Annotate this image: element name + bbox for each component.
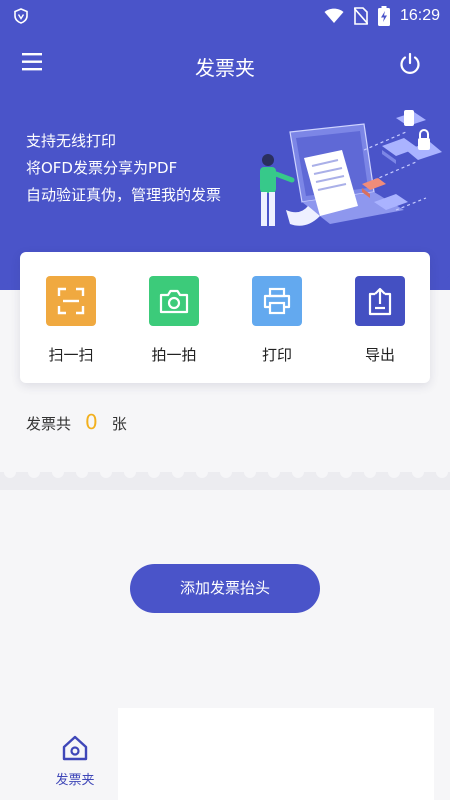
export-tile: [355, 276, 405, 326]
tab-invoice-folder[interactable]: 发票夹: [42, 735, 108, 788]
feature-item: 将OFD发票分享为PDF: [26, 159, 178, 177]
page-title: 发票夹: [195, 56, 255, 80]
scan-label: 扫一扫: [48, 346, 94, 364]
invoice-count-suffix: 张: [111, 415, 127, 433]
scan-tile: [46, 276, 96, 326]
camera-label: 拍一拍: [151, 346, 197, 364]
camera-icon: [159, 289, 189, 314]
export-icon: [368, 287, 392, 316]
shield-icon: [14, 8, 28, 24]
camera-button[interactable]: 拍一拍: [129, 276, 219, 365]
clock: 16:29: [399, 7, 440, 24]
no-sim-icon: [353, 7, 368, 25]
print-label: 打印: [261, 346, 292, 364]
tab-invoice-folder-label: 发票夹: [55, 773, 95, 788]
add-invoice-title-button[interactable]: 添加发票抬头: [130, 564, 320, 613]
bottom-panel: [118, 708, 434, 800]
ticket-perforation: [0, 466, 450, 492]
feature-list: 支持无线打印 将OFD发票分享为PDF 自动验证真伪，管理我的发票: [26, 128, 221, 209]
home-icon: [62, 735, 88, 761]
scan-icon: [57, 287, 85, 315]
invoice-count-value: 0: [85, 410, 98, 434]
power-icon: [400, 52, 420, 74]
print-button[interactable]: 打印: [232, 276, 322, 365]
battery-charging-icon: [377, 6, 390, 26]
status-bar: 16:29: [0, 0, 450, 32]
camera-tile: [149, 276, 199, 326]
print-tile: [252, 276, 302, 326]
quick-actions-card: 扫一扫 拍一拍 打印 导出: [20, 252, 430, 383]
export-button[interactable]: 导出: [335, 276, 425, 365]
invoice-count-prefix: 发票共: [26, 415, 72, 433]
scan-button[interactable]: 扫一扫: [26, 276, 116, 365]
feature-item: 支持无线打印: [26, 132, 117, 150]
printer-icon: [263, 287, 291, 315]
logout-button[interactable]: [398, 52, 426, 80]
invoice-count: 发票共 0 张: [26, 410, 127, 434]
wifi-icon: [324, 8, 344, 23]
app-bar: 发票夹: [0, 40, 450, 92]
feature-item: 自动验证真伪，管理我的发票: [26, 186, 222, 204]
hero-illustration: [260, 110, 442, 226]
export-label: 导出: [364, 346, 395, 364]
